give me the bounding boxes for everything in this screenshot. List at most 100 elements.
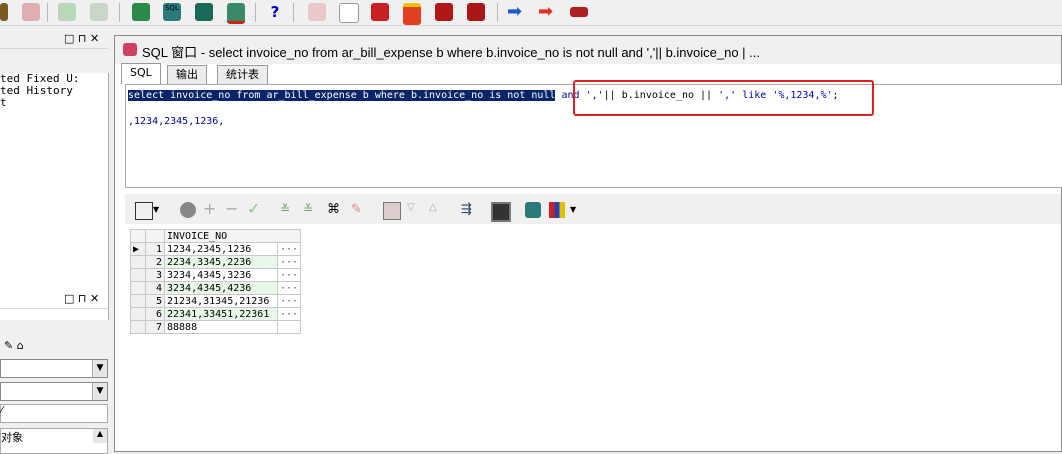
row-marker (130, 268, 146, 282)
fetch-all-icon[interactable]: ≚ (303, 202, 319, 218)
row-marker (130, 281, 146, 295)
grid-view-icon[interactable] (135, 202, 153, 220)
table-cell[interactable]: 3234,4345,3236 (164, 268, 278, 282)
save-icon[interactable] (491, 202, 511, 222)
tab-sql[interactable]: SQL (121, 63, 161, 84)
left-panel: □ ⊓ ✕ ted Fixed U: ted History t □ ⊓ ✕ ✎… (0, 31, 110, 454)
chevron-down-icon[interactable]: ▼ (153, 202, 169, 218)
row-number: 2 (145, 255, 165, 269)
add-row-icon[interactable]: + (203, 201, 219, 218)
triangle-down-icon[interactable]: ▽ (407, 202, 423, 218)
import-icon[interactable] (58, 3, 76, 21)
tab-output[interactable]: 输出 (167, 65, 207, 84)
tab-statistics[interactable]: 统计表 (217, 65, 268, 84)
table-cell[interactable]: 22341,33451,22361 (164, 307, 278, 321)
row-number: 4 (145, 281, 165, 295)
cell-ellipsis-button[interactable]: ··· (276, 242, 302, 256)
filter-hint: ⁄ (1, 405, 3, 416)
cell-ellipsis-button[interactable]: ··· (276, 255, 302, 269)
highlight-box (573, 80, 874, 116)
help-glyph: ? (270, 3, 280, 21)
delete-row-icon[interactable]: − (225, 201, 241, 218)
column-header[interactable]: INVOICE_NO (163, 229, 302, 243)
table-cell[interactable]: 21234,31345,21236 (164, 294, 278, 308)
cell-ellipsis-button[interactable]: ··· (276, 281, 302, 295)
row-number: 1 (145, 242, 165, 256)
row-marker (130, 294, 146, 308)
post-icon[interactable]: ✓ (247, 201, 263, 218)
cell-ellipsis-button[interactable]: ··· (276, 294, 302, 308)
pane-controls[interactable]: □ ⊓ ✕ (64, 32, 99, 45)
stop-icon[interactable] (570, 7, 588, 17)
book-icon[interactable] (371, 3, 389, 21)
owner-select[interactable]: ▼ (0, 382, 108, 401)
table-cell[interactable]: 88888 (164, 320, 278, 334)
back-icon[interactable]: ➡ (538, 3, 556, 21)
grid-header-row: INVOICE_NO (130, 229, 302, 243)
list-item[interactable]: t (0, 97, 108, 109)
grid-corner (145, 229, 165, 243)
chevron-down-icon[interactable]: ▼ (570, 202, 586, 218)
lock-icon[interactable] (180, 202, 196, 218)
tree-item[interactable]: 对象 (1, 431, 23, 444)
result-toolbar: ▼ + − ✓ ≚ ≚ ⌘ ✎ ▽ △ ⇶ ▼ (125, 194, 1061, 224)
table-row[interactable]: 4 3234,4345,4236 ··· (130, 281, 302, 295)
sql-icon[interactable]: SQL (163, 3, 181, 21)
query-icon[interactable] (525, 202, 541, 218)
sql-badge: SQL (165, 4, 179, 12)
cell-ellipsis-button[interactable]: ··· (276, 307, 302, 321)
toolbar-separator (497, 3, 498, 22)
table-row[interactable]: 5 21234,31345,21236 ··· (130, 294, 302, 308)
left-list: ted Fixed U: ted History t (0, 73, 109, 320)
filter-input[interactable]: ⁄ (0, 404, 108, 423)
scroll-up-icon[interactable]: ▲ (93, 429, 107, 443)
pencil-icon[interactable] (403, 3, 421, 25)
table-row[interactable]: 3 3234,4345,3236 ··· (130, 268, 302, 282)
open-icon[interactable] (0, 3, 8, 21)
list-item[interactable]: ted Fixed U: (0, 73, 108, 85)
pane-controls[interactable]: □ ⊓ ✕ (64, 292, 99, 305)
row-number: 3 (145, 268, 165, 282)
forward-icon[interactable]: ➡ (507, 3, 525, 21)
hierarchy-icon[interactable]: ⇶ (461, 202, 477, 218)
execute-icon[interactable] (22, 3, 40, 21)
object-tree[interactable]: 对象 ▲ (0, 428, 108, 454)
row-marker (130, 320, 146, 334)
cell-ellipsis-button (276, 320, 302, 334)
tag-icon[interactable] (435, 3, 453, 21)
table-cell[interactable]: 2234,3345,2236 (164, 255, 278, 269)
object-type-select[interactable]: ▼ (0, 359, 108, 378)
sql-window: SQL 窗口 - select invoice_no from ar_bill_… (114, 35, 1062, 452)
sql-window-title: SQL 窗口 - select invoice_no from ar_bill_… (142, 45, 761, 60)
help-icon[interactable]: ? (266, 3, 284, 21)
table-cell[interactable]: 3234,4345,4236 (164, 281, 278, 295)
table-row[interactable]: 2 2234,3345,2236 ··· (130, 255, 302, 269)
triangle-up-icon[interactable]: △ (429, 202, 445, 218)
sql-editor[interactable]: select invoice_no from ar_bill_expense b… (125, 80, 1062, 188)
connect-icon[interactable] (227, 3, 245, 24)
table-row[interactable]: 6 22341,33451,22361 ··· (130, 307, 302, 321)
list-item[interactable]: ted History (0, 85, 108, 97)
row-number: 5 (145, 294, 165, 308)
export-results-icon[interactable] (383, 202, 401, 220)
brush-icon[interactable] (467, 3, 485, 21)
row-marker (130, 255, 146, 269)
fetch-next-icon[interactable]: ≚ (280, 202, 296, 218)
filter-icons[interactable]: ✎ ⌂ (4, 339, 24, 352)
row-number: 7 (145, 320, 165, 334)
table-row[interactable]: 7 88888 (130, 320, 302, 334)
run-icon[interactable] (195, 3, 213, 21)
chart-icon[interactable] (549, 202, 565, 218)
export-icon[interactable] (90, 3, 108, 21)
table-row[interactable]: ▶ 1 1234,2345,1236 ··· (130, 242, 302, 256)
eraser-icon[interactable] (339, 3, 359, 23)
row-marker (130, 307, 146, 321)
chevron-down-icon: ▼ (92, 360, 107, 377)
cell-ellipsis-button[interactable]: ··· (276, 268, 302, 282)
chart-icon[interactable] (308, 3, 326, 21)
sql-output-line: ,1234,2345,1236, (128, 116, 225, 127)
find-icon[interactable]: ⌘ (327, 202, 343, 218)
commit-icon[interactable] (132, 3, 150, 21)
clear-icon[interactable]: ✎ (351, 202, 367, 218)
table-cell[interactable]: 1234,2345,1236 (164, 242, 278, 256)
